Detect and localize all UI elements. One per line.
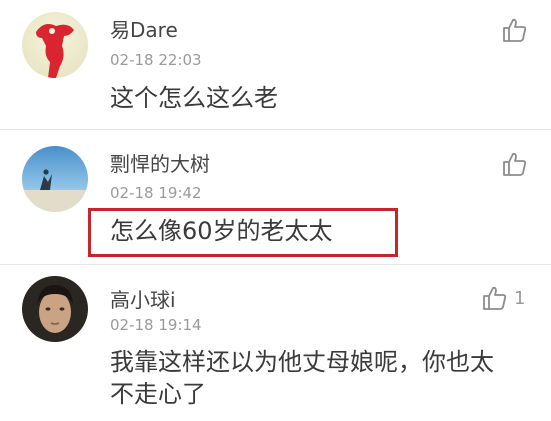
avatar-image-1 <box>22 12 88 78</box>
avatar-image-2 <box>22 146 88 212</box>
username[interactable]: 易Dare <box>110 14 178 43</box>
avatar[interactable] <box>22 146 88 212</box>
like-button[interactable] <box>480 284 508 312</box>
like-button[interactable] <box>500 16 528 44</box>
timestamp: 02-18 19:42 <box>110 184 202 202</box>
divider <box>0 264 551 265</box>
divider <box>0 129 551 130</box>
username[interactable]: 剽悍的大树 <box>110 148 210 177</box>
avatar[interactable] <box>22 276 88 342</box>
timestamp: 02-18 22:03 <box>110 51 202 69</box>
timestamp: 02-18 19:14 <box>110 316 202 334</box>
comment-text: 这个怎么这么老 <box>110 84 278 112</box>
avatar[interactable] <box>22 12 88 78</box>
thumbs-up-icon <box>503 18 527 42</box>
thumbs-up-icon <box>503 152 527 176</box>
avatar-image-3 <box>22 276 88 342</box>
username[interactable]: 高小球i <box>110 284 176 313</box>
comment-text: 我靠这样还以为他丈母娘呢，你也太不走心了 <box>110 348 494 408</box>
thumbs-up-icon <box>483 286 507 310</box>
like-button[interactable] <box>500 150 528 178</box>
highlight-box <box>88 208 398 257</box>
like-count: 1 <box>514 288 526 309</box>
